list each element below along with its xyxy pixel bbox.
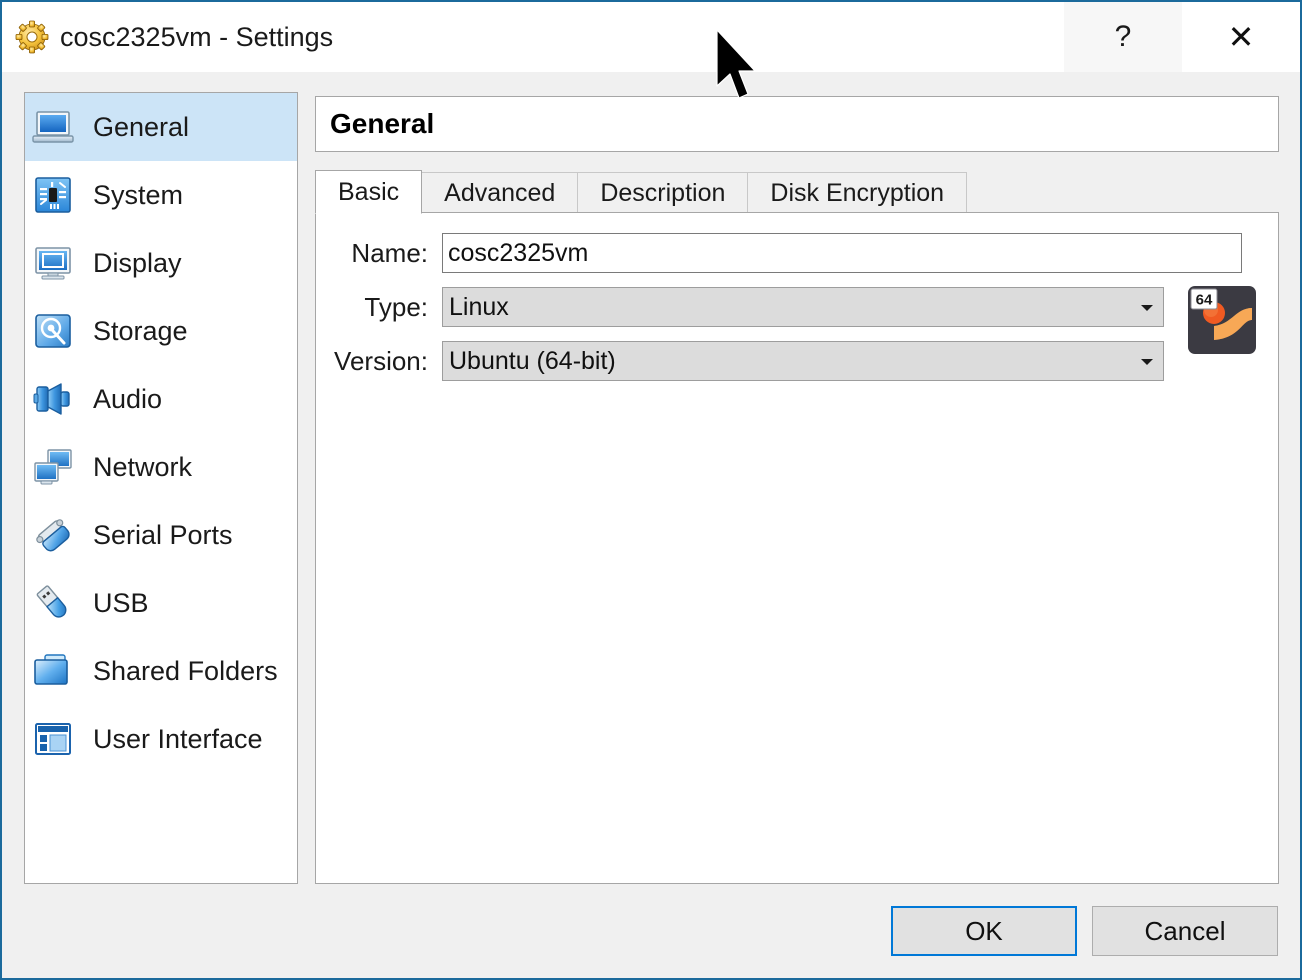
sidebar-item-system[interactable]: System	[25, 161, 297, 229]
usb-plug-icon	[31, 581, 75, 625]
cpu-chip-icon	[31, 173, 75, 217]
version-select[interactable]: Ubuntu (64-bit)	[442, 341, 1164, 381]
page-title: General	[330, 108, 435, 139]
close-button[interactable]: ✕	[1182, 2, 1300, 72]
sidebar-item-label: Display	[93, 247, 182, 278]
sidebar-item-label: Audio	[93, 383, 163, 414]
type-select-value: Linux	[449, 292, 509, 321]
monitor-icon	[31, 241, 75, 285]
sidebar-item-usb[interactable]: USB	[25, 569, 297, 637]
sidebar-item-label: Serial Ports	[93, 519, 233, 550]
tab-label: Basic	[338, 177, 400, 206]
close-icon: ✕	[1227, 19, 1255, 55]
name-label: Name:	[351, 237, 428, 268]
type-select[interactable]: Linux	[442, 287, 1164, 327]
speaker-icon	[31, 377, 75, 421]
version-select-value: Ubuntu (64-bit)	[449, 346, 616, 375]
ok-button-label: OK	[965, 915, 1003, 946]
folder-icon	[31, 649, 75, 693]
ubuntu-64-icon: 64	[1188, 286, 1256, 354]
chevron-down-icon	[1141, 305, 1153, 311]
version-row: Version: Ubuntu (64-bit)	[316, 341, 1278, 381]
sidebar-item-network[interactable]: Network	[25, 433, 297, 501]
type-label: Type:	[364, 291, 428, 322]
page-header: General	[315, 96, 1279, 152]
tab-label: Disk Encryption	[770, 179, 945, 207]
laptop-icon	[31, 105, 75, 149]
settings-window: cosc2325vm - Settings ? ✕ General System…	[0, 0, 1302, 980]
dialog-footer: OK Cancel	[2, 892, 1300, 978]
sidebar-item-storage[interactable]: Storage	[25, 297, 297, 365]
gear-icon	[14, 19, 50, 55]
tab-label: Description	[600, 179, 726, 207]
settings-category-list[interactable]: General System Display Storage Audio Net…	[24, 92, 298, 884]
tab-basic[interactable]: Basic	[315, 170, 423, 214]
hard-disk-icon	[31, 309, 75, 353]
help-button[interactable]: ?	[1064, 2, 1182, 72]
sidebar-item-label: USB	[93, 587, 149, 618]
sidebar-item-serial-ports[interactable]: Serial Ports	[25, 501, 297, 569]
name-row: Name:	[316, 233, 1278, 273]
version-label: Version:	[334, 345, 428, 376]
sidebar-item-label: Storage	[93, 315, 188, 346]
name-input[interactable]	[442, 233, 1242, 273]
sidebar-item-user-interface[interactable]: User Interface	[25, 705, 297, 773]
type-row: Type: Linux	[316, 287, 1278, 327]
sidebar-item-label: Network	[93, 451, 193, 482]
tab-bar[interactable]: Basic Advanced Description Disk Encrypti…	[315, 170, 1279, 214]
sidebar-item-shared-folders[interactable]: Shared Folders	[25, 637, 297, 705]
window-layout-icon	[31, 717, 75, 761]
two-monitors-icon	[31, 445, 75, 489]
sidebar-item-general[interactable]: General	[25, 93, 297, 161]
tab-advanced[interactable]: Advanced	[421, 172, 579, 214]
title-bar: cosc2325vm - Settings ? ✕	[2, 2, 1300, 72]
sidebar-item-label: User Interface	[93, 723, 263, 754]
help-button-label: ?	[1114, 20, 1132, 53]
cancel-button[interactable]: Cancel	[1092, 906, 1278, 956]
chevron-down-icon	[1141, 359, 1153, 365]
sidebar-item-label: General	[93, 111, 190, 142]
sidebar-item-label: Shared Folders	[93, 655, 278, 686]
title-bar-left: cosc2325vm - Settings	[2, 2, 1064, 72]
sidebar-item-audio[interactable]: Audio	[25, 365, 297, 433]
os-bitness-badge: 64	[1196, 292, 1213, 309]
tab-description[interactable]: Description	[577, 172, 749, 214]
ok-button[interactable]: OK	[891, 906, 1077, 956]
serial-port-icon	[31, 513, 75, 557]
cancel-button-label: Cancel	[1144, 915, 1226, 946]
window-title: cosc2325vm - Settings	[60, 21, 334, 52]
basic-tab-panel: Name: Type: Linux Version: Ubuntu (64-bi…	[315, 212, 1279, 884]
sidebar-item-display[interactable]: Display	[25, 229, 297, 297]
sidebar-item-label: System	[93, 179, 184, 210]
tab-disk-encryption[interactable]: Disk Encryption	[747, 172, 968, 214]
tab-label: Advanced	[444, 179, 556, 207]
